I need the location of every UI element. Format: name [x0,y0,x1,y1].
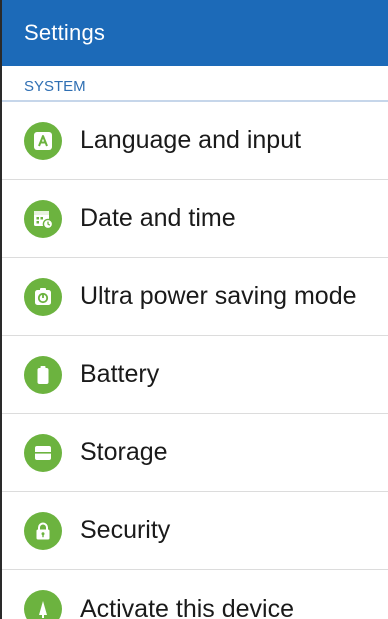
settings-list: Language and input Date and time Ultra p… [2,102,388,619]
settings-item-ultra-power-saving-mode[interactable]: Ultra power saving mode [2,258,388,336]
settings-item-label: Security [80,516,171,544]
battery-icon [24,355,62,394]
language-icon [24,121,62,160]
settings-item-label: Date and time [80,204,236,232]
settings-item-battery[interactable]: Battery [2,336,388,414]
settings-screen: Settings SYSTEM Language and input Date … [0,0,388,619]
storage-icon [24,433,62,472]
settings-item-label: Ultra power saving mode [80,282,357,310]
activate-device-icon [24,590,62,619]
settings-item-label: Language and input [80,126,302,154]
settings-item-label: Activate this device [80,594,294,619]
settings-item-activate-this-device[interactable]: Activate this device [2,570,388,619]
page-title: Settings [24,20,106,45]
section-header-system: SYSTEM [2,66,388,102]
settings-item-storage[interactable]: Storage [2,414,388,492]
power-saving-icon [24,277,62,316]
settings-item-language-and-input[interactable]: Language and input [2,102,388,180]
calendar-clock-icon [24,199,62,238]
lock-icon [24,511,62,550]
action-bar: Settings [2,0,388,66]
settings-item-label: Battery [80,360,160,388]
settings-item-date-and-time[interactable]: Date and time [2,180,388,258]
settings-item-label: Storage [80,438,168,466]
settings-item-security[interactable]: Security [2,492,388,570]
